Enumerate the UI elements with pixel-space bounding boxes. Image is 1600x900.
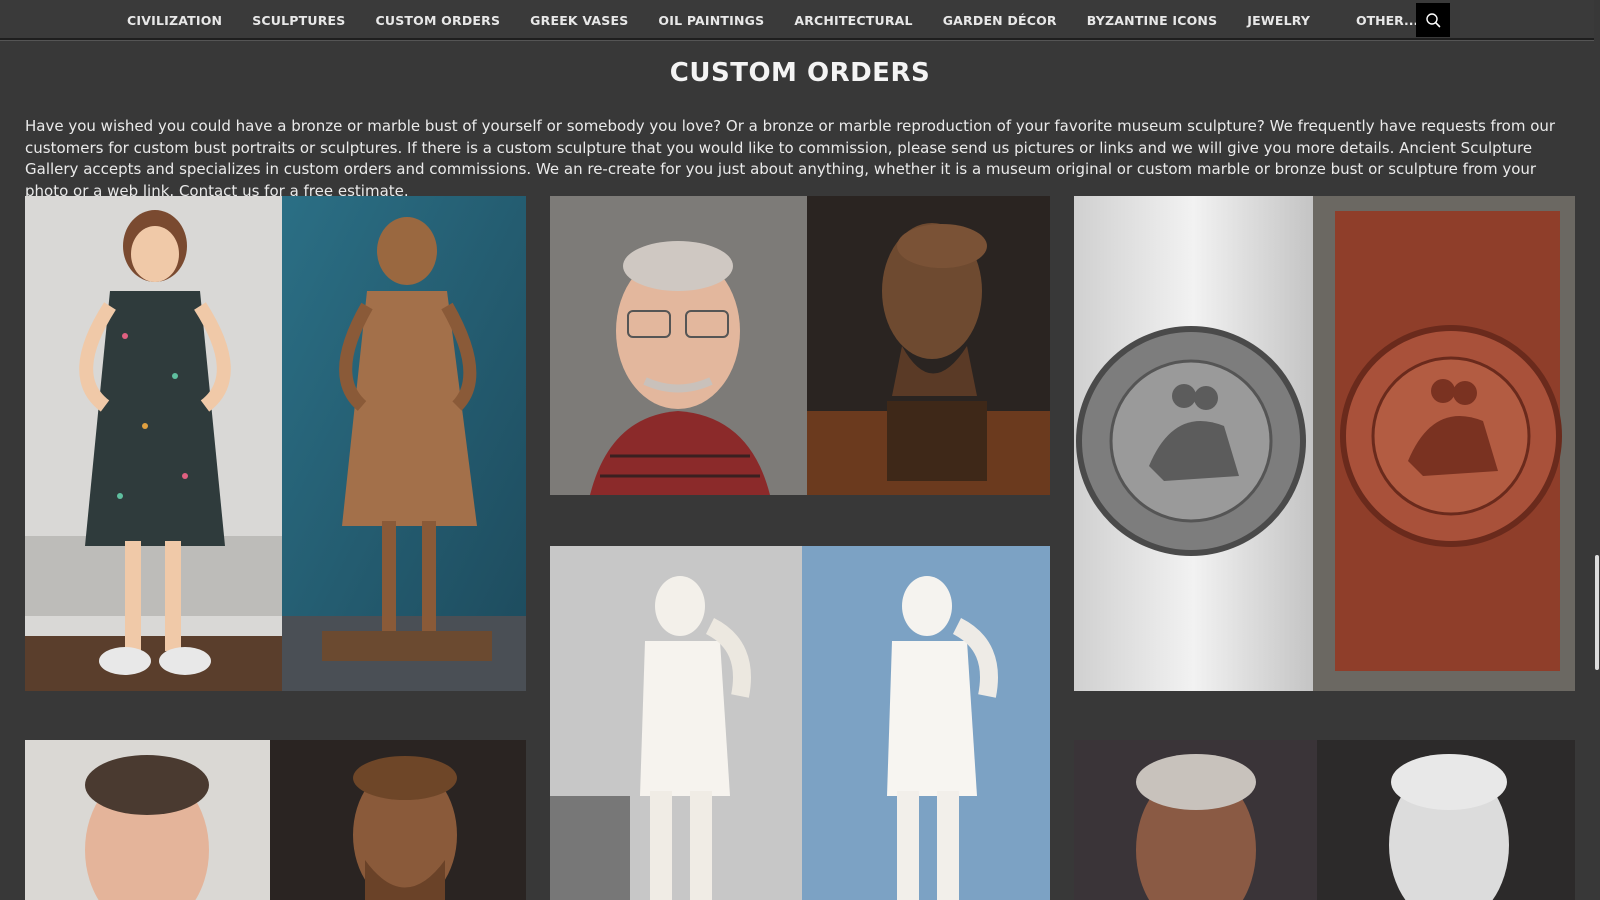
marble-statue-original (550, 546, 802, 900)
gallery-card-templar-seal[interactable] (1074, 196, 1575, 691)
bronze-statue-girl (282, 196, 526, 691)
nav-item-architectural[interactable]: ARCHITECTURAL (794, 13, 912, 28)
nav-item-civilization[interactable]: CIVILIZATION (127, 13, 222, 28)
nav-item-garden-d-cor[interactable]: GARDEN DÉCOR (943, 13, 1057, 28)
nav-item-oil-paintings[interactable]: OIL PAINTINGS (658, 13, 764, 28)
intro-paragraph: Have you wished you could have a bronze … (25, 117, 1556, 200)
customer-photo-girl (25, 196, 282, 691)
nav-item-sculptures[interactable]: SCULPTURES (252, 13, 345, 28)
nav-item-byzantine-icons[interactable]: BYZANTINE ICONS (1087, 13, 1218, 28)
main-nav: CIVILIZATION SCULPTURES CUSTOM ORDERS GREEK… (127, 0, 1340, 40)
gallery-card-man-white-bust[interactable] (1074, 740, 1575, 900)
bronze-bust-older-man (807, 196, 1050, 495)
customer-photo-older-man-2 (1074, 740, 1317, 900)
top-navigation-bar: CIVILIZATION SCULPTURES CUSTOM ORDERS GREEK… (0, 0, 1600, 40)
gallery-card-marble-statue[interactable] (550, 546, 1050, 900)
nav-item-greek-vases[interactable]: GREEK VASES (530, 13, 628, 28)
gallery-card-girl-bronze-statue[interactable] (25, 196, 526, 691)
nav-item-jewelry[interactable]: JEWELRY (1247, 13, 1310, 28)
page-title: CUSTOM ORDERS (669, 58, 931, 88)
nav-item-custom-orders[interactable]: CUSTOM ORDERS (376, 13, 501, 28)
nav-item-other[interactable]: OTHER... (1356, 0, 1418, 40)
gallery-card-man-bronze-relief[interactable] (25, 740, 526, 900)
copper-seal-relief (1313, 196, 1575, 691)
customer-photo-older-man (550, 196, 807, 495)
gallery-card-man-bronze-bust[interactable] (550, 196, 1050, 495)
customer-photo-man-smiling (25, 740, 270, 900)
page-scrollbar[interactable] (1594, 0, 1600, 900)
white-resin-bust (1317, 740, 1575, 900)
search-icon (1426, 13, 1441, 28)
search-button[interactable] (1416, 3, 1450, 37)
bronze-bust-bearded-man (270, 740, 526, 900)
silver-seal-medallion (1074, 196, 1313, 691)
marble-statue-replica (802, 546, 1050, 900)
scrollbar-thumb[interactable] (1595, 555, 1599, 670)
